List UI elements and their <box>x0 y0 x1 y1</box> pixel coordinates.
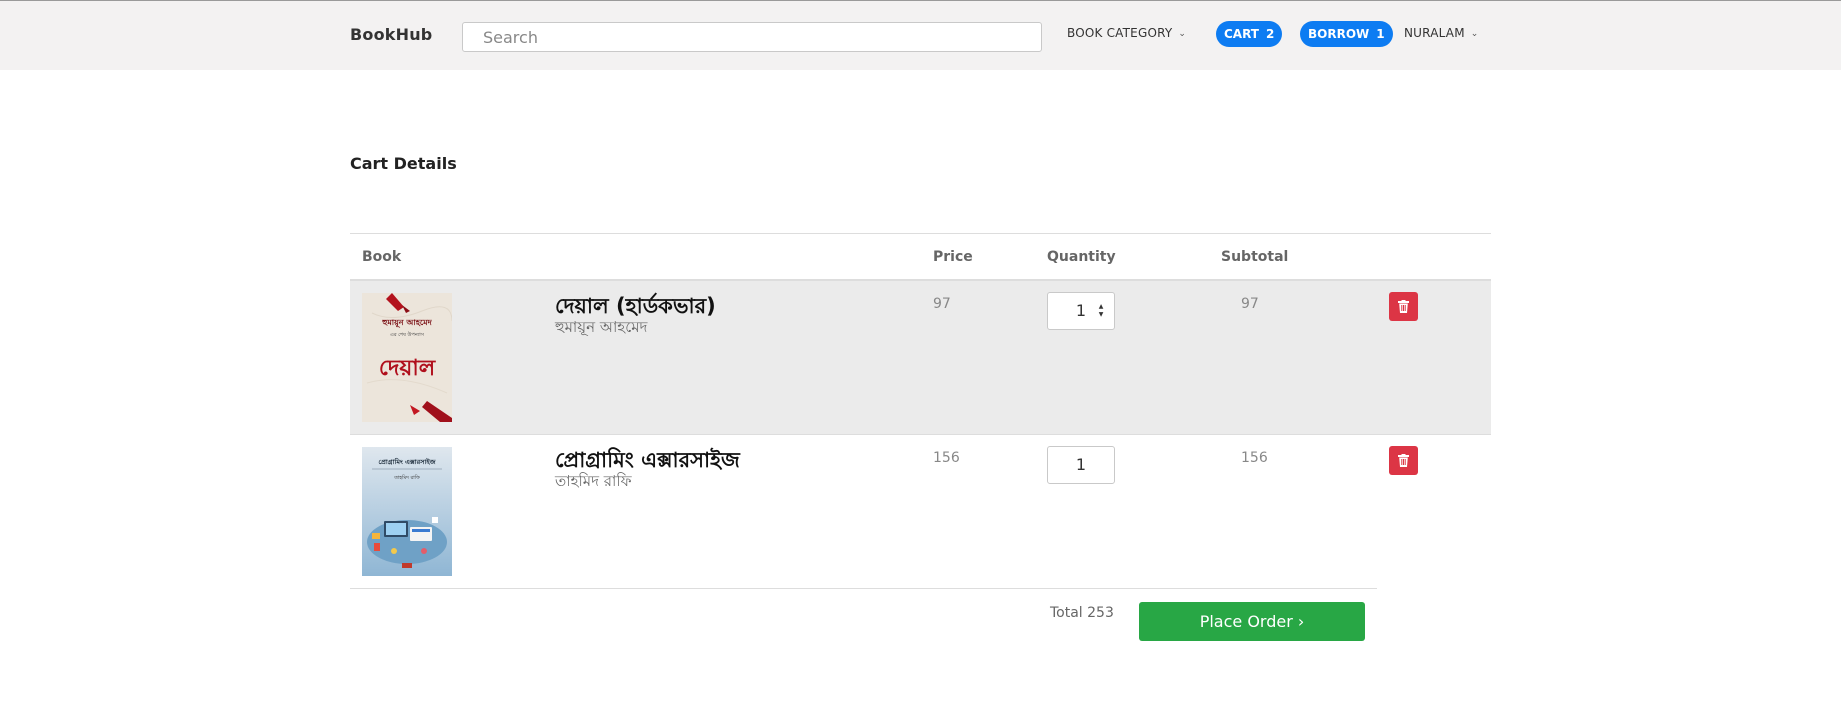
borrow-button[interactable]: BORROW 1 <box>1300 21 1393 47</box>
chevron-down-icon: ⌄ <box>1470 29 1479 39</box>
user-menu-dropdown[interactable]: NURALAM ⌄ <box>1404 26 1479 40</box>
table-row: হুমায়ূন আহমেদ এর শেষ উপন্যাস দেয়াল দেয… <box>350 281 1491 435</box>
book-price: 97 <box>933 296 951 312</box>
table-header: Book Price Quantity Subtotal <box>350 233 1491 281</box>
cart-button[interactable]: CART 2 <box>1216 21 1283 47</box>
book-cover-image[interactable]: প্রোগ্রামিং এক্সারসাইজ তাহমিদ রাফি <box>362 447 452 576</box>
place-order-button[interactable]: Place Order › <box>1139 602 1365 641</box>
top-navbar: BookHub BOOK CATEGORY ⌄ CART 2 BORROW 1 NUR… <box>0 0 1841 70</box>
chevron-down-icon: ⌄ <box>1178 29 1187 39</box>
quantity-input[interactable]: 1 <box>1047 446 1115 484</box>
borrow-label: BORROW <box>1308 27 1370 41</box>
table-row: প্রোগ্রামিং এক্সারসাইজ তাহমিদ রাফি প্রোগ… <box>350 435 1418 589</box>
search-input[interactable] <box>462 22 1042 52</box>
column-header-quantity: Quantity <box>1047 249 1116 265</box>
book-subtotal: 156 <box>1241 450 1268 466</box>
cover-author-text: তাহমিদ রাফি <box>393 475 420 481</box>
book-subtotal: 97 <box>1241 296 1259 312</box>
user-name-label: NURALAM <box>1404 26 1465 40</box>
cart-total: Total 253 <box>1050 605 1114 621</box>
delete-item-button[interactable] <box>1389 446 1418 475</box>
trash-icon <box>1398 300 1409 313</box>
column-header-book: Book <box>362 249 402 265</box>
cover-title-text: দেয়াল <box>379 356 437 381</box>
quantity-stepper[interactable]: 1 ▲ ▼ <box>1047 292 1115 330</box>
column-header-subtotal: Subtotal <box>1221 249 1289 265</box>
book-cover-image[interactable]: হুমায়ূন আহমেদ এর শেষ উপন্যাস দেয়াল <box>362 293 452 422</box>
trash-icon <box>1398 454 1409 467</box>
stepper-arrows-icon[interactable]: ▲ ▼ <box>1097 303 1105 319</box>
page-title: Cart Details <box>350 154 457 173</box>
cart-table: Book Price Quantity Subtotal হুমায়ূন আহ… <box>350 233 1491 589</box>
delete-item-button[interactable] <box>1389 292 1418 321</box>
quantity-value: 1 <box>1075 455 1087 474</box>
cover-author-text: হুমায়ূন আহমেদ <box>381 318 432 328</box>
book-author: তাহমিদ রাফি <box>555 472 632 490</box>
quantity-value: 1 <box>1075 301 1087 320</box>
cart-label: CART <box>1224 27 1259 41</box>
borrow-count-badge: 1 <box>1376 27 1385 41</box>
cover-title-text: প্রোগ্রামিং এক্সারসাইজ <box>378 457 436 466</box>
column-header-price: Price <box>933 249 973 265</box>
cover-subtitle-text: এর শেষ উপন্যাস <box>390 331 425 338</box>
brand-logo[interactable]: BookHub <box>350 25 432 44</box>
book-category-dropdown[interactable]: BOOK CATEGORY ⌄ <box>1067 26 1186 40</box>
book-price: 156 <box>933 450 960 466</box>
cart-count-badge: 2 <box>1265 27 1275 41</box>
book-author: হুমায়ূন আহমেদ <box>555 318 648 336</box>
book-category-label: BOOK CATEGORY <box>1067 26 1173 40</box>
